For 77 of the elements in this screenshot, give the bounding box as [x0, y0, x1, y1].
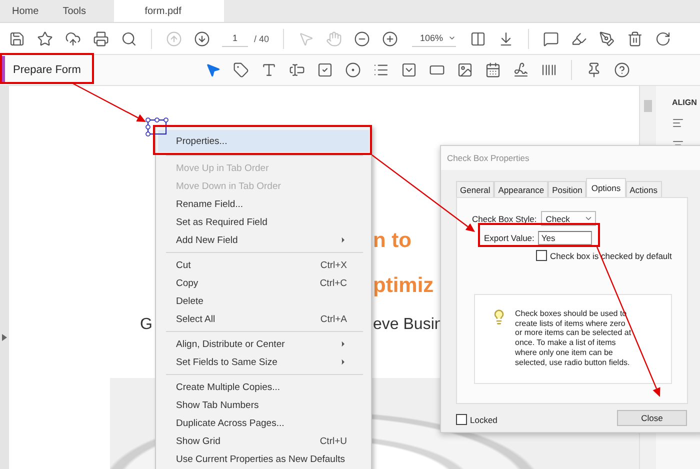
dialog-tab[interactable]: General — [456, 181, 494, 197]
fit-page-icon[interactable] — [470, 30, 486, 46]
checkbox-icon[interactable] — [317, 62, 333, 78]
menu-item[interactable]: Show Grid Ctrl+U — [158, 432, 369, 450]
menu-item[interactable]: Set Fields to Same Size — [158, 353, 369, 371]
calendar-icon[interactable] — [485, 62, 501, 78]
dialog-tab[interactable]: Options — [586, 178, 626, 197]
menu-item[interactable]: Rename Field... — [158, 195, 369, 213]
submenu-arrow-icon — [339, 340, 347, 348]
app-tab[interactable]: Home — [0, 0, 51, 22]
dialog-tab[interactable]: Position — [548, 181, 586, 197]
menu-item[interactable]: Set as Required Field — [158, 213, 369, 231]
menu-item[interactable]: Copy Ctrl+C — [158, 274, 369, 292]
barcode-icon[interactable] — [541, 62, 557, 78]
heading-text: ptimiz — [373, 274, 434, 297]
close-button[interactable]: Close — [617, 410, 687, 426]
tag-icon[interactable] — [233, 62, 249, 78]
page-count: / 40 — [254, 34, 270, 44]
menu-item[interactable]: Add New Field — [158, 231, 369, 249]
shortcut-text: Ctrl+C — [320, 278, 347, 288]
checkbox-label: Check box is checked by default — [550, 250, 672, 260]
text-field-icon[interactable] — [289, 62, 305, 78]
comment-icon[interactable] — [543, 30, 560, 46]
app-tab[interactable]: Tools — [50, 0, 98, 22]
zoom-dropdown[interactable]: 106% — [412, 30, 456, 46]
field-label: Check Box Style: — [472, 214, 537, 224]
selection-handles-drawing — [146, 118, 168, 136]
dialog-tab[interactable]: Appearance — [494, 181, 548, 197]
page-number-field[interactable]: 1 — [222, 30, 248, 47]
trash-icon[interactable] — [627, 30, 644, 46]
menu-item[interactable]: Delete — [158, 292, 369, 310]
menu-item[interactable]: Align, Distribute or Center — [158, 335, 369, 353]
caret-icon — [584, 214, 593, 223]
zoom-out-icon[interactable] — [354, 30, 370, 46]
submenu-arrow-icon — [339, 236, 347, 244]
expand-icon[interactable] — [2, 334, 7, 341]
shortcut-text: Ctrl+A — [320, 314, 347, 324]
checkbox-label: Locked — [470, 414, 498, 424]
rotate-icon[interactable] — [655, 30, 672, 46]
caret-icon — [448, 34, 456, 42]
star-icon[interactable] — [37, 30, 53, 46]
text-icon[interactable] — [261, 62, 277, 78]
shortcut-text: Ctrl+X — [320, 260, 347, 270]
menu-item[interactable]: Properties... — [158, 130, 369, 152]
cloud-upload-icon[interactable] — [65, 30, 81, 46]
dropdown-icon[interactable] — [401, 62, 417, 78]
export-value-field[interactable]: Yes — [538, 230, 592, 244]
menu-item[interactable]: Duplicate Across Pages... — [158, 414, 369, 432]
pen-icon[interactable] — [599, 30, 616, 46]
pointer-icon[interactable] — [205, 62, 221, 78]
save-icon[interactable] — [9, 30, 25, 46]
image-icon[interactable] — [457, 62, 473, 78]
highlighter-icon[interactable] — [571, 30, 588, 46]
panel-heading: ALIGN — [672, 98, 698, 107]
submenu-arrow-icon — [339, 358, 347, 366]
help-icon[interactable] — [614, 62, 630, 78]
print-icon[interactable] — [93, 30, 109, 46]
menu-item[interactable]: Select All Ctrl+A — [158, 310, 369, 328]
menu-item[interactable]: Cut Ctrl+X — [158, 256, 369, 274]
radio-button-icon[interactable] — [345, 62, 361, 78]
field-label: Export Value: — [484, 232, 534, 242]
menu-item[interactable]: Create Multiple Copies... — [158, 378, 369, 396]
search-icon[interactable] — [121, 30, 137, 46]
align-icon[interactable] — [672, 117, 684, 129]
checkbox[interactable] — [536, 250, 547, 261]
body-text: G — [140, 316, 152, 334]
dialog-tab[interactable]: Actions — [626, 181, 662, 197]
heading-text: n to — [373, 229, 412, 252]
checkbox[interactable] — [456, 414, 467, 425]
menu-item[interactable]: Show Tab Numbers — [158, 396, 369, 414]
signature-icon[interactable] — [513, 62, 529, 78]
zoom-in-icon[interactable] — [382, 30, 398, 46]
app-tab[interactable]: form.pdf — [114, 0, 224, 22]
pin-icon[interactable] — [586, 62, 602, 78]
dialog-title: Check Box Properties — [441, 146, 700, 170]
menu-item[interactable]: Use Current Properties as New Defaults — [158, 450, 369, 468]
shortcut-text: Ctrl+U — [320, 436, 347, 446]
